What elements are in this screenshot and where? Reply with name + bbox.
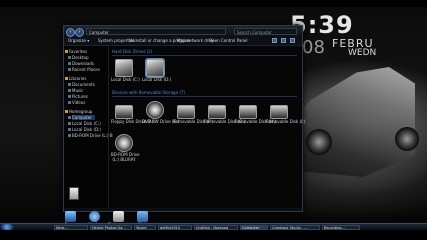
content-pane: Hard Disk Drives (2) Local Disk (C:) Loc…	[109, 46, 306, 211]
explorer-window[interactable]: ‹ › Computer Search Computer Organize ▾ …	[63, 25, 306, 212]
nav-item[interactable]: Music	[67, 88, 83, 93]
drive-sublabel: (L:) BLURAY	[112, 157, 136, 162]
nav-item[interactable]: Recent Places	[68, 67, 100, 72]
drive-f[interactable]: Removable Disk (F:)	[173, 101, 213, 124]
nav-item[interactable]: Libraries	[64, 76, 86, 81]
drive-label: Removable Disk (F:)	[173, 119, 213, 124]
group-header-removable[interactable]: Devices with Removable Storage (7)	[112, 90, 185, 95]
hard-disk-icon	[115, 59, 133, 77]
nav-item[interactable]: Pictures	[68, 94, 88, 99]
nav-item[interactable]: Local Disk (C:)	[68, 121, 101, 126]
documents-icon	[112, 211, 124, 222]
computer-icon	[64, 211, 76, 222]
drive-c[interactable]: Local Disk (C:)	[111, 59, 140, 82]
wallpaper-wheel-rear	[395, 127, 419, 151]
removable-disk-icon	[208, 105, 226, 119]
drive-a[interactable]: Floppy Disk Drive (A:)	[111, 101, 155, 124]
command-bar: Organize ▾ System properties Uninstall o…	[64, 37, 302, 46]
drive-label: Removable Disk (G:)	[204, 119, 246, 124]
drive-label: Removable Disk (I:)	[266, 119, 306, 124]
group-header-hard-disks[interactable]: Hard Disk Drives (2)	[112, 49, 152, 54]
bluray-disc-icon	[115, 134, 133, 152]
help-icon[interactable]	[290, 38, 295, 43]
window-titlebar[interactable]: ‹ › Computer Search Computer	[64, 26, 302, 37]
forward-arrow-icon[interactable]: ›	[75, 28, 84, 37]
pictures-icon	[136, 211, 148, 222]
drive-d[interactable]: Local Disk (D:)	[142, 58, 172, 82]
nav-item[interactable]: Favorites	[64, 49, 87, 54]
drive-g[interactable]: Removable Disk (G:)	[204, 101, 246, 124]
desktop: 5:39 08 FEBRU WEDN ‹ › Computer Search C…	[0, 7, 427, 230]
toolbar-organize[interactable]: Organize ▾	[68, 38, 89, 44]
clock-day: 08	[302, 37, 325, 58]
taskbar: Nero... Hentai Photos Ga... Yajure getfi…	[0, 223, 427, 230]
drive-l[interactable]: BD-ROM Drive (L:) BLURAY	[111, 134, 140, 162]
address-bar[interactable]: Computer	[86, 28, 226, 35]
floppy-drive-icon	[115, 105, 133, 119]
nav-item[interactable]: Homegroup	[64, 109, 92, 114]
view-options-icon[interactable]	[272, 38, 277, 43]
nav-item[interactable]: BD-ROM Drive (L:) B	[68, 133, 113, 138]
letterbox-top	[0, 0, 427, 7]
nav-item[interactable]: Desktop	[68, 55, 89, 60]
drive-label: Local Disk (C:)	[111, 77, 140, 82]
group-divider	[112, 96, 297, 97]
drive-label: Floppy Disk Drive (A:)	[111, 119, 155, 124]
drive-label: DVD RW Drive (E:)	[142, 119, 179, 124]
drive-i[interactable]: Removable Disk (I:)	[266, 101, 306, 124]
drive-label: Local Disk (D:)	[142, 77, 172, 82]
clock-weekday: WEDN	[348, 48, 377, 58]
toolbar-open-control-panel[interactable]: Open Control Panel	[209, 38, 247, 44]
drive-h[interactable]: Removable Disk (H:)	[235, 101, 276, 124]
hard-disk-icon	[145, 58, 165, 78]
group-divider	[112, 55, 297, 56]
search-input[interactable]: Search Computer	[234, 28, 297, 35]
nav-item[interactable]: Videos	[67, 100, 85, 105]
nav-item[interactable]: Computer	[68, 115, 95, 120]
dvd-drive-icon	[146, 101, 164, 119]
music-icon	[88, 211, 100, 222]
nav-item[interactable]: Documents	[68, 82, 95, 87]
nav-item[interactable]: Local Disk (D:)	[67, 127, 101, 132]
back-arrow-icon[interactable]: ‹	[66, 28, 75, 37]
removable-disk-icon	[177, 105, 195, 119]
preview-pane-icon[interactable]	[281, 38, 286, 43]
letterbox-bottom	[0, 230, 427, 240]
drive-e[interactable]: DVD RW Drive (E:)	[142, 101, 179, 124]
wallpaper-wheel-front	[306, 129, 332, 155]
nav-item[interactable]: Downloads	[68, 61, 94, 66]
drive-label: Removable Disk (H:)	[235, 119, 276, 124]
removable-disk-icon	[239, 105, 257, 119]
removable-disk-icon	[270, 105, 288, 119]
desktop-file-icon[interactable]	[69, 187, 79, 200]
